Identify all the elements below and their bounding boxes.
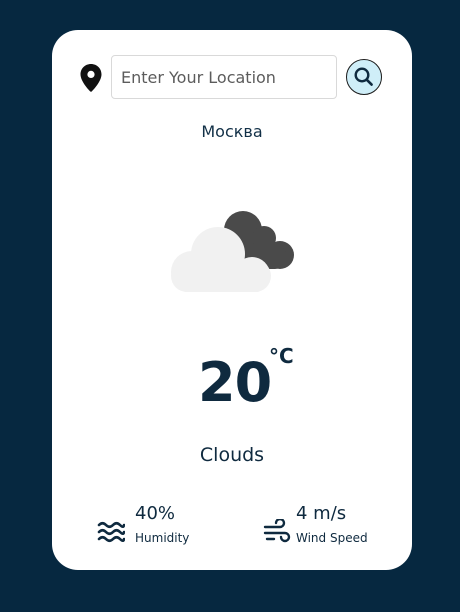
wind-value: 4 m/s <box>296 503 347 524</box>
temperature-value: 20 <box>198 351 272 414</box>
humidity-icon <box>97 521 125 543</box>
temperature-display: 20 °C <box>52 344 412 418</box>
search-icon <box>354 67 373 86</box>
search-input[interactable] <box>111 55 337 99</box>
humidity-stat: 40% Humidity <box>97 502 237 552</box>
weather-condition: Clouds <box>199 444 265 466</box>
cloud-icon <box>171 211 294 292</box>
city-name: Москва <box>201 122 263 141</box>
search-bar <box>52 55 412 101</box>
weather-card: Москва 20 °C Clouds 40% <box>52 30 412 570</box>
wind-icon <box>263 519 291 543</box>
location-pin-icon <box>80 64 102 92</box>
wind-label: Wind Speed <box>296 531 368 545</box>
humidity-label: Humidity <box>135 531 190 545</box>
search-button[interactable] <box>346 59 382 95</box>
temperature-unit: °C <box>269 344 294 368</box>
wind-stat: 4 m/s Wind Speed <box>261 502 401 552</box>
humidity-value: 40% <box>135 503 176 524</box>
